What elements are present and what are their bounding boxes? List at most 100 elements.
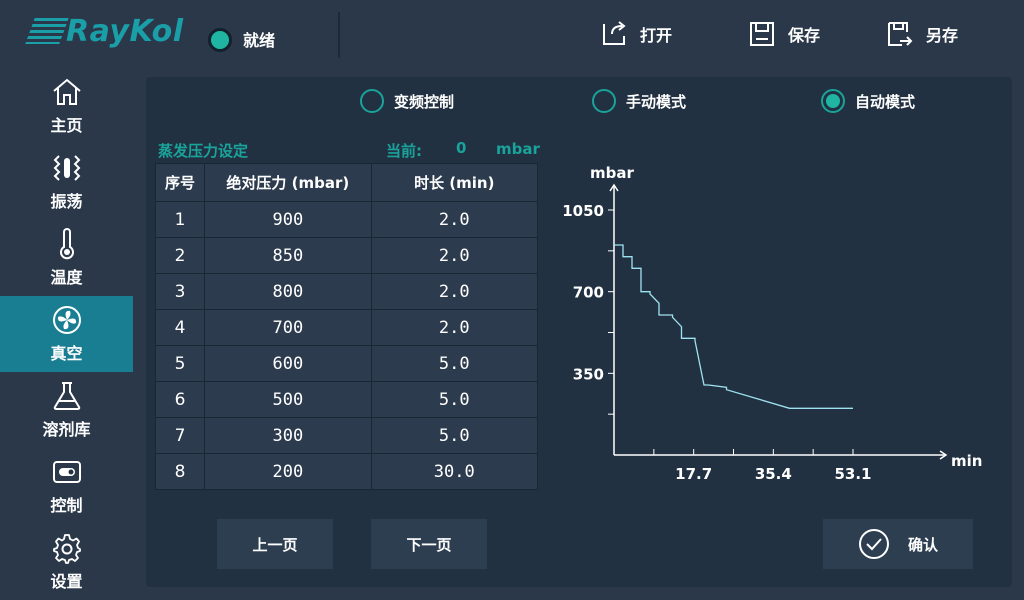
table-row[interactable]: 6 500 5.0 [154, 381, 539, 418]
save-button[interactable]: 保存 [748, 18, 820, 50]
radio-circle [592, 89, 616, 113]
save-as-icon [888, 22, 913, 46]
next-page-button[interactable]: 下一页 [371, 519, 487, 569]
save-as-label: 另存 [926, 26, 959, 45]
sidebar-item-label: 设置 [50, 572, 83, 591]
cell-pressure[interactable]: 300 [204, 417, 372, 454]
x-tick-label: 35.4 [755, 465, 792, 483]
cell-index[interactable]: 8 [154, 453, 206, 490]
prev-page-button[interactable]: 上一页 [217, 519, 333, 569]
shake-icon [53, 155, 80, 181]
table-row[interactable]: 1 900 2.0 [154, 201, 539, 238]
cell-pressure[interactable]: 700 [204, 309, 372, 346]
sidebar-item-control[interactable]: 控制 [0, 448, 133, 524]
save-label: 保存 [788, 26, 821, 45]
open-file-icon [603, 21, 626, 45]
status-indicator [208, 28, 232, 52]
pressure-profile-line [614, 244, 853, 409]
top-bar: RayKol 就绪 打开 保存 另存 [0, 0, 1024, 68]
confirm-button[interactable]: 确认 [823, 519, 973, 569]
sidebar-item-label: 温度 [50, 268, 83, 287]
cell-index[interactable]: 5 [154, 345, 206, 382]
header-duration: 时长 (min) [370, 163, 539, 202]
cell-duration[interactable]: 2.0 [370, 309, 539, 346]
thermometer-icon [59, 228, 74, 260]
cell-index[interactable]: 4 [154, 309, 206, 346]
cell-duration[interactable]: 30.0 [370, 453, 539, 490]
y-tick-label: 1050 [562, 202, 604, 220]
y-axis-label: mbar [590, 165, 634, 182]
cell-duration[interactable]: 2.0 [370, 273, 539, 310]
logo-stripes-icon [25, 18, 69, 44]
x-axis-label: min [951, 452, 982, 470]
cell-pressure[interactable]: 600 [204, 345, 372, 382]
cell-index[interactable]: 1 [154, 201, 206, 238]
sidebar-item-label: 控制 [50, 496, 83, 515]
prev-page-label: 上一页 [252, 535, 298, 554]
sidebar-item-label: 溶剂库 [42, 420, 91, 439]
sidebar: 主页 振荡 温度 真空 溶剂库 控制 设置 [0, 68, 133, 600]
topbar-divider [338, 12, 340, 58]
x-tick-label: 17.7 [675, 465, 712, 483]
table-row[interactable]: 4 700 2.0 [154, 309, 539, 346]
pressure-setting-label: 蒸发压力设定 [158, 142, 249, 160]
table-row[interactable]: 2 850 2.0 [154, 237, 539, 274]
pressure-program-table: 序号 绝对压力 (mbar) 时长 (min) 1 900 2.0 2 850 2.0 3 8… [154, 163, 539, 490]
open-button[interactable]: 打开 [600, 18, 672, 50]
y-tick-label: 350 [573, 365, 604, 383]
current-pressure-value: 0 [456, 139, 467, 157]
gear-icon [52, 534, 81, 564]
header-pressure: 绝对压力 (mbar) [204, 163, 372, 202]
save-icon [750, 22, 774, 46]
confirm-label: 确认 [907, 535, 938, 554]
save-as-button[interactable]: 另存 [886, 18, 958, 50]
control-icon [52, 461, 81, 483]
radio-circle [360, 89, 384, 113]
cell-index[interactable]: 2 [154, 237, 206, 274]
sidebar-item-shake[interactable]: 振荡 [0, 144, 133, 220]
cell-duration[interactable]: 5.0 [370, 345, 539, 382]
radio-circle-selected [821, 89, 845, 113]
table-row[interactable]: 7 300 5.0 [154, 417, 539, 454]
check-circle-icon [858, 529, 889, 559]
cell-duration[interactable]: 2.0 [370, 237, 539, 274]
cell-pressure[interactable]: 850 [204, 237, 372, 274]
sidebar-item-temperature[interactable]: 温度 [0, 220, 133, 296]
sidebar-item-solvent-library[interactable]: 溶剂库 [0, 372, 133, 448]
cell-pressure[interactable]: 900 [204, 201, 372, 238]
mode-radio-manual[interactable]: 手动模式 [592, 89, 686, 113]
pressure-profile-chart: 350 700 1050 17.7 35.4 53.1 mbar min [562, 165, 982, 483]
table-row[interactable]: 8 200 30.0 [154, 453, 539, 490]
mode-radio-auto[interactable]: 自动模式 [821, 89, 915, 113]
sidebar-item-home[interactable]: 主页 [0, 68, 133, 144]
cell-index[interactable]: 3 [154, 273, 206, 310]
mode-radio-vfd[interactable]: 变频控制 [360, 89, 454, 113]
cell-pressure[interactable]: 200 [204, 453, 372, 490]
sidebar-item-label: 主页 [50, 116, 83, 135]
brand-logo: RayKol [25, 14, 183, 49]
cell-index[interactable]: 6 [154, 381, 206, 418]
cell-pressure[interactable]: 500 [204, 381, 372, 418]
sidebar-item-label: 振荡 [50, 192, 83, 211]
mode-label: 自动模式 [855, 92, 916, 111]
mode-label: 手动模式 [626, 92, 687, 111]
current-pressure-label: 当前: [386, 142, 422, 160]
status-text: 就绪 [243, 31, 276, 50]
cell-index[interactable]: 7 [154, 417, 206, 454]
vacuum-panel: 变频控制 手动模式 自动模式 蒸发压力设定 当前: 0 mbar 序号 绝对压力… [146, 77, 1012, 587]
table-row[interactable]: 5 600 5.0 [154, 345, 539, 382]
sidebar-item-label: 真空 [50, 344, 83, 363]
open-label: 打开 [640, 26, 673, 45]
cell-pressure[interactable]: 800 [204, 273, 372, 310]
cell-duration[interactable]: 2.0 [370, 201, 539, 238]
table-row[interactable]: 3 800 2.0 [154, 273, 539, 310]
cell-duration[interactable]: 5.0 [370, 417, 539, 454]
mode-label: 变频控制 [394, 92, 455, 111]
home-icon [52, 78, 81, 105]
current-pressure-unit: mbar [496, 140, 540, 158]
vacuum-fan-icon [52, 306, 81, 334]
sidebar-item-settings[interactable]: 设置 [0, 524, 133, 600]
sidebar-item-vacuum[interactable]: 真空 [0, 296, 133, 372]
header-index: 序号 [154, 163, 206, 202]
cell-duration[interactable]: 5.0 [370, 381, 539, 418]
